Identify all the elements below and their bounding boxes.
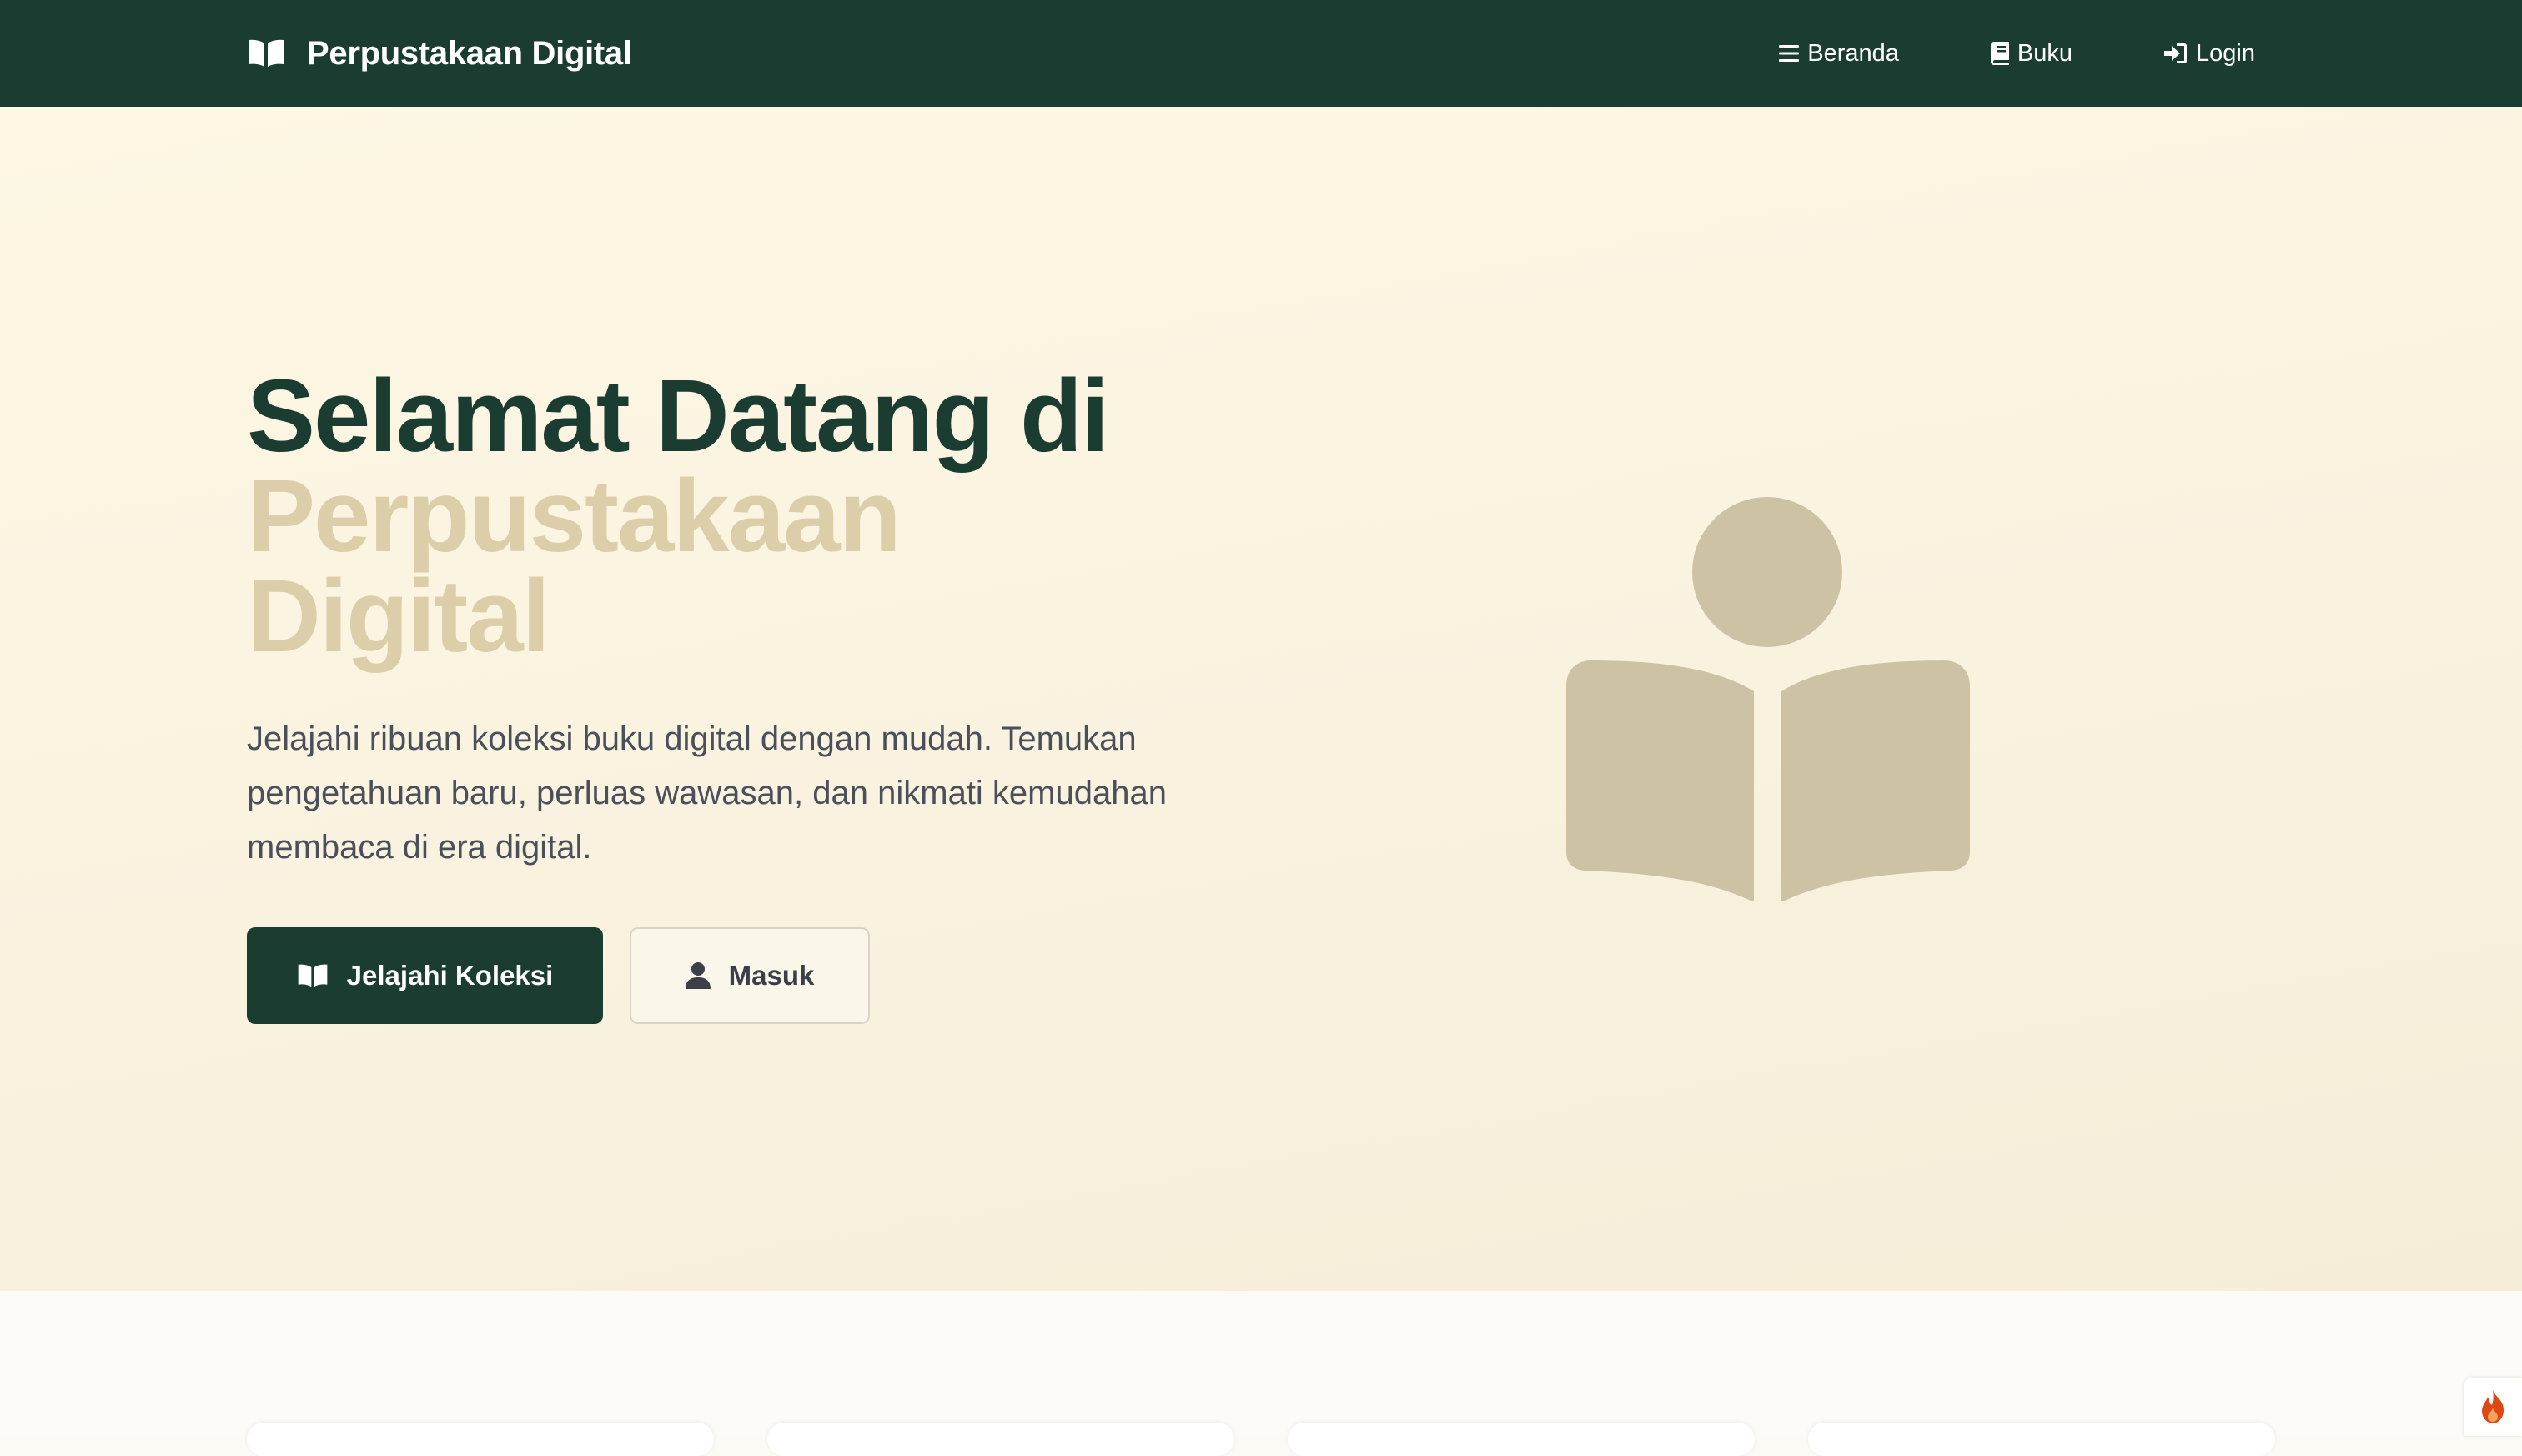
- hero-title-line1: Selamat Datang di: [247, 359, 1109, 474]
- nav-links: Beranda Buku Login: [1779, 0, 2255, 107]
- floating-widget-button[interactable]: [2464, 1378, 2522, 1436]
- login-button[interactable]: Masuk: [630, 927, 870, 1024]
- hero-title-accent: Perpustakaan Digital: [247, 459, 902, 674]
- brand[interactable]: Perpustakaan Digital: [247, 0, 632, 107]
- nav-beranda-label: Beranda: [1807, 39, 1899, 67]
- card: [1808, 1423, 2275, 1456]
- flame-icon: [2482, 1390, 2504, 1423]
- login-icon: [2164, 43, 2188, 63]
- nav-beranda[interactable]: Beranda: [1779, 40, 1899, 68]
- open-book-icon: [298, 964, 328, 987]
- nav-buku[interactable]: Buku: [1990, 39, 2073, 68]
- brand-title: Perpustakaan Digital: [307, 34, 632, 72]
- nav-buku-label: Buku: [2017, 39, 2073, 67]
- book-reader-icon: [1566, 497, 1970, 901]
- card: [247, 1423, 714, 1456]
- navbar: Perpustakaan Digital Beranda Buku Login: [0, 0, 2522, 107]
- book-icon: [1990, 42, 2009, 65]
- nav-login[interactable]: Login: [2164, 40, 2255, 68]
- menu-icon: [1779, 45, 1800, 62]
- nav-login-label: Login: [2196, 39, 2255, 67]
- hero-section: [0, 107, 2522, 1291]
- user-icon: [685, 962, 711, 989]
- card: [767, 1423, 1234, 1456]
- hero-description: Jelajahi ribuan koleksi buku digital den…: [247, 720, 1167, 866]
- collection-section: [0, 1291, 2522, 1436]
- login-button-label: Masuk: [728, 960, 815, 991]
- open-book-icon: [249, 39, 284, 67]
- explore-collection-button[interactable]: Jelajahi Koleksi: [247, 927, 603, 1024]
- card: [1288, 1423, 1755, 1456]
- hero-title: Selamat Datang di Perpustakaan Digital: [247, 365, 1331, 674]
- explore-collection-label: Jelajahi Koleksi: [346, 960, 554, 991]
